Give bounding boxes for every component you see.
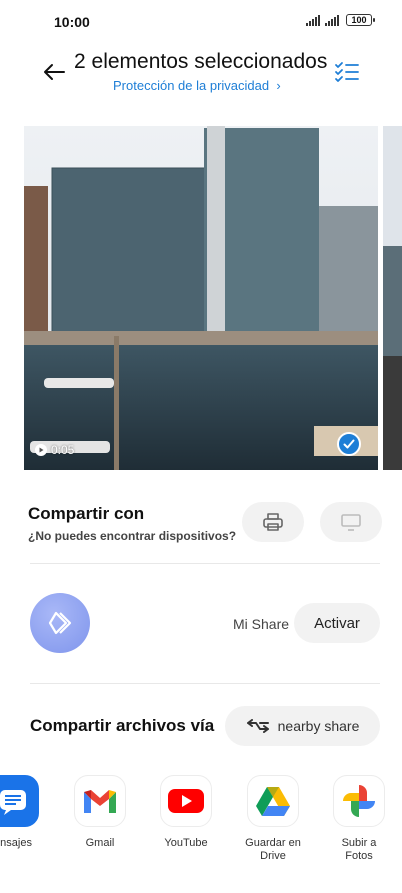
- activate-button[interactable]: Activar: [294, 603, 380, 643]
- nearby-share-button[interactable]: nearby share: [225, 706, 380, 746]
- privacy-link-label: Protección de la privacidad: [113, 78, 270, 93]
- app-label: Subir a Fotos: [341, 837, 377, 862]
- battery-icon: 100: [346, 14, 375, 26]
- signal-icon: [306, 14, 321, 26]
- divider: [30, 563, 380, 564]
- video-icon: [35, 444, 47, 456]
- privacy-link[interactable]: Protección de la privacidad ›: [113, 78, 281, 93]
- harbor-image: [24, 126, 378, 470]
- share-with-title: Compartir con: [28, 504, 145, 523]
- share-with-section: Compartir con ¿No puedes encontrar dispo…: [0, 490, 402, 560]
- mi-share-icon: [48, 611, 72, 635]
- cast-button[interactable]: [320, 502, 382, 542]
- drive-icon: [247, 775, 299, 827]
- page-title: 2 elementos seleccionados: [74, 50, 328, 73]
- duration-label: 0:05: [51, 443, 75, 457]
- printer-icon: [263, 513, 283, 531]
- signal-icon: [325, 14, 340, 26]
- back-arrow-icon: [44, 64, 65, 80]
- mi-share-label: Mi Share: [233, 616, 290, 632]
- select-all-button[interactable]: [334, 60, 360, 84]
- header: 2 elementos seleccionados Protección de …: [0, 44, 402, 114]
- app-label: Gmail: [85, 837, 115, 849]
- check-icon: [343, 439, 355, 449]
- next-preview[interactable]: [383, 126, 402, 470]
- photos-icon: [333, 775, 385, 827]
- selected-check[interactable]: [337, 432, 361, 456]
- status-icons: 100: [306, 14, 375, 26]
- mi-share-logo: [30, 593, 90, 653]
- video-preview[interactable]: [24, 126, 378, 470]
- screen-icon: [341, 514, 361, 531]
- app-label: YouTube: [164, 837, 208, 849]
- messages-icon: [0, 775, 39, 827]
- checklist-icon: [335, 62, 359, 82]
- divider: [30, 683, 380, 684]
- share-with-subtitle[interactable]: ¿No puedes encontrar dispositivos?: [28, 529, 236, 543]
- status-bar: 10:00 100: [0, 0, 402, 44]
- app-label: ensajes: [0, 837, 32, 849]
- app-gmail[interactable]: Gmail: [65, 775, 135, 850]
- app-messages[interactable]: ensajes: [0, 775, 48, 850]
- app-youtube[interactable]: YouTube: [151, 775, 221, 850]
- nearby-share-label: nearby share: [277, 718, 360, 734]
- youtube-icon: [160, 775, 212, 827]
- app-label: Guardar en Drive: [245, 837, 301, 862]
- gmail-icon: [74, 775, 126, 827]
- print-button[interactable]: [242, 502, 304, 542]
- app-photos[interactable]: Subir a Fotos: [324, 775, 394, 863]
- app-drive[interactable]: Guardar en Drive: [238, 775, 308, 863]
- nearby-share-icon: [246, 719, 269, 733]
- status-time: 10:00: [54, 14, 90, 30]
- chevron-right-icon: ›: [272, 78, 281, 93]
- harbor-image-next: [383, 126, 402, 470]
- back-button[interactable]: [40, 58, 68, 86]
- video-duration: 0:05: [34, 443, 74, 457]
- share-via-title: Compartir archivos vía: [30, 716, 215, 735]
- battery-level: 100: [351, 15, 367, 25]
